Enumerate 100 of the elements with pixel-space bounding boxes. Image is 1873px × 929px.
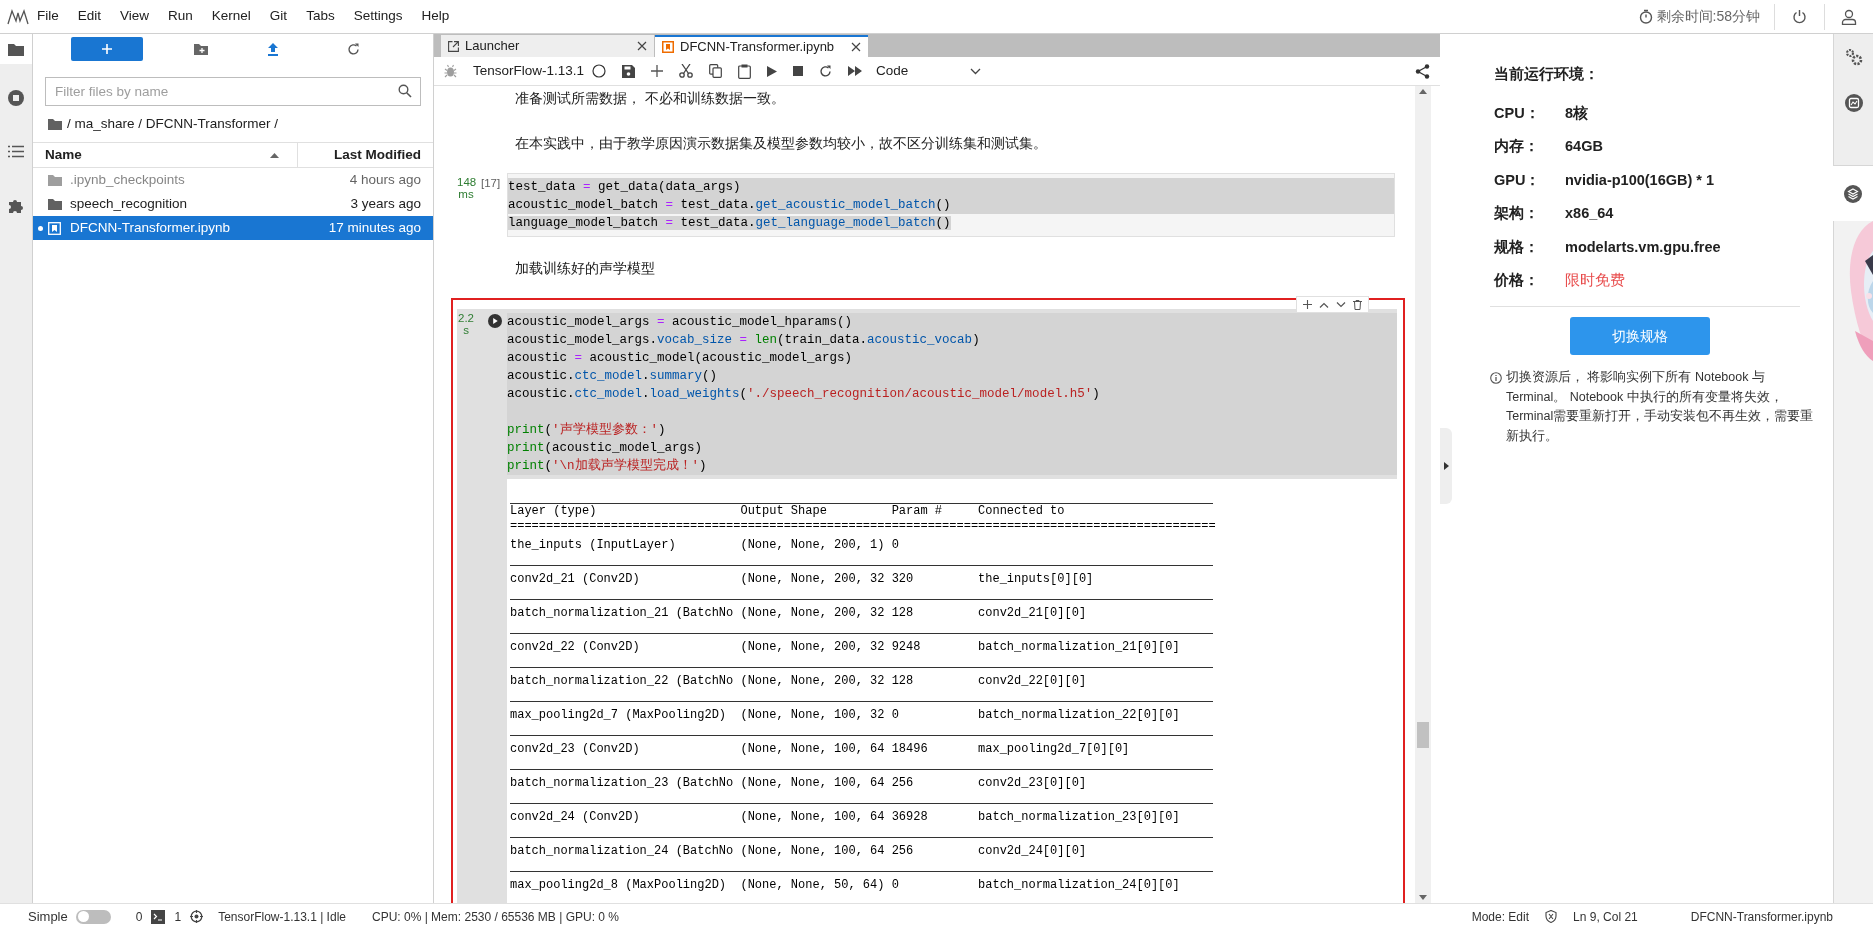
paste-button[interactable] xyxy=(738,63,752,79)
menu-item[interactable]: Help xyxy=(421,6,450,27)
stop-button[interactable] xyxy=(793,66,804,76)
scrollbar-thumb[interactable] xyxy=(1417,722,1429,748)
caret-icon xyxy=(970,67,982,75)
menu-item[interactable]: File xyxy=(37,6,59,27)
output-cell-text: (None, None, 100, 64 xyxy=(740,741,886,758)
run-cell-icon[interactable] xyxy=(488,314,502,328)
output-cell-text: max_pooling2d_7 (MaxPooling2D) xyxy=(510,707,728,724)
output-cell-text: batch_normalization_21[0][0] xyxy=(978,639,1181,656)
output-cell-text: 9248 xyxy=(891,639,922,656)
code-input[interactable]: test_data = get_data(data_args) acoustic_model_batch = test_data.get_acoustic_model_batch() language_model_batch = test_data.get_language_model_batch() xyxy=(507,173,1395,237)
file-browser-tab[interactable] xyxy=(0,34,32,64)
share-icon xyxy=(1415,63,1430,79)
menu-item[interactable]: Tabs xyxy=(306,6,335,27)
move-down-icon[interactable] xyxy=(1336,301,1346,308)
document-tab[interactable]: DFCNN-Transformer.ipynb xyxy=(655,35,868,57)
output-cell-text: batch_normalization_23[0][0] xyxy=(978,809,1181,826)
add-cell-button[interactable] xyxy=(651,65,664,77)
settings-button[interactable] xyxy=(1844,48,1863,66)
filter-field[interactable]: Filter files by name xyxy=(45,77,421,106)
file-name: .ipynb_checkpoints xyxy=(70,170,186,189)
code-line: print('\n加载声学模型完成！') xyxy=(507,459,707,473)
menu-item[interactable]: View xyxy=(120,6,150,27)
menu-item[interactable]: Settings xyxy=(353,6,403,27)
kernel-status[interactable]: TensorFlow-1.13.1 | Idle xyxy=(218,907,346,926)
editor-mode: Mode: Edit xyxy=(1471,908,1530,926)
output-cell-text: batch_normalization_21 (BatchNo xyxy=(510,605,735,622)
output-cell-text: 128 xyxy=(891,605,915,622)
menu-item[interactable]: Git xyxy=(269,6,288,27)
code-line: acoustic.ctc_model.summary() xyxy=(507,369,718,383)
logo-icon xyxy=(7,8,29,25)
folder-icon xyxy=(8,42,24,56)
gear-icon xyxy=(1844,48,1863,66)
file-row[interactable]: speech_recognition 3 years ago xyxy=(33,192,433,216)
share-button[interactable] xyxy=(1415,63,1430,79)
code-input[interactable] xyxy=(507,309,1397,479)
file-row[interactable]: .ipynb_checkpoints 4 hours ago xyxy=(33,168,433,192)
chart-icon xyxy=(1844,94,1863,112)
cut-button[interactable] xyxy=(679,64,694,78)
file-row[interactable]: DFCNN-Transformer.ipynb 17 minutes ago xyxy=(33,216,433,240)
run-button[interactable] xyxy=(767,65,778,77)
delete-icon[interactable] xyxy=(1353,299,1362,310)
modified-time: 17 minutes ago xyxy=(328,218,421,237)
close-icon[interactable] xyxy=(637,41,647,51)
document-tab[interactable]: Launcher xyxy=(441,35,654,57)
save-button[interactable] xyxy=(622,64,636,78)
layers-icon xyxy=(1844,184,1862,203)
monitor-button[interactable] xyxy=(1844,94,1863,112)
spec-label: 架构： xyxy=(1494,204,1540,224)
spec-value: 64GB xyxy=(1565,137,1603,157)
restart-button[interactable] xyxy=(819,64,833,78)
new-launcher-button[interactable] xyxy=(71,37,143,61)
power-icon xyxy=(1792,9,1807,24)
cursor-position[interactable]: Ln 9, Col 21 xyxy=(1573,907,1638,926)
add-icon[interactable] xyxy=(1303,300,1312,309)
cell-type-dropdown[interactable]: Code xyxy=(876,60,982,82)
close-icon[interactable] xyxy=(851,42,861,52)
column-header: Connected to xyxy=(978,503,1066,520)
spec-value: nvidia-p100(16GB) * 1 xyxy=(1565,170,1715,190)
output-cell-text: conv2d_21[0][0] xyxy=(978,605,1088,622)
output-cell-text: (None, None, 200, 32 xyxy=(740,605,886,622)
kernel-name[interactable]: TensorFlow-1.13.1 xyxy=(473,60,585,82)
output-cell-text: (None, None, 100, 32 xyxy=(740,707,886,724)
name-column-header[interactable]: Name xyxy=(33,143,298,167)
menu-item[interactable]: Run xyxy=(168,6,193,27)
plus-icon xyxy=(101,43,113,55)
output-cell-text: (None, None, 100, 64 xyxy=(740,809,886,826)
layers-button[interactable] xyxy=(1844,184,1862,203)
execution-time: 148 ms xyxy=(457,176,475,202)
fast-forward-icon xyxy=(848,66,863,76)
move-up-icon[interactable] xyxy=(1319,301,1329,308)
code-line: acoustic_model_args.vocab_size = len(train_data.acoustic_vocab) xyxy=(507,333,980,347)
scrollbar[interactable] xyxy=(1415,86,1431,903)
output-cell-text: (None, None, 200, 32 xyxy=(740,673,886,690)
notebook-icon xyxy=(662,41,674,53)
menu-item[interactable]: Kernel xyxy=(211,6,251,27)
collapse-handle[interactable] xyxy=(1440,428,1452,504)
modified-column-header[interactable]: Last Modified xyxy=(298,143,433,167)
code-line: acoustic_model_batch = test_data.get_acoustic_model_batch() xyxy=(508,198,951,212)
breadcrumb-path[interactable]: / ma_share / DFCNN-Transformer / xyxy=(67,113,279,135)
copy-button[interactable] xyxy=(709,64,723,78)
sort-ascending-icon xyxy=(270,152,279,158)
scroll-down-icon[interactable] xyxy=(1419,895,1427,900)
menu-item[interactable]: Edit xyxy=(77,6,102,27)
spec-label: CPU： xyxy=(1494,103,1541,123)
spec-label: GPU： xyxy=(1494,170,1542,190)
shield-icon xyxy=(1545,910,1558,923)
column-header: Layer (type) xyxy=(510,503,598,520)
output-cell-text: 0 xyxy=(891,707,900,724)
upload-icon xyxy=(267,42,279,56)
output-cell-text: 36928 xyxy=(891,809,929,826)
fast-forward-button[interactable] xyxy=(848,66,863,76)
save-icon xyxy=(622,64,636,78)
output-cell-text: conv2d_22[0][0] xyxy=(978,673,1088,690)
puzzle-icon xyxy=(8,197,24,213)
simple-mode-toggle[interactable] xyxy=(75,909,111,924)
output-cell-text: 18496 xyxy=(891,741,929,758)
scroll-up-icon[interactable] xyxy=(1419,89,1427,94)
kernel-icon xyxy=(190,910,204,923)
